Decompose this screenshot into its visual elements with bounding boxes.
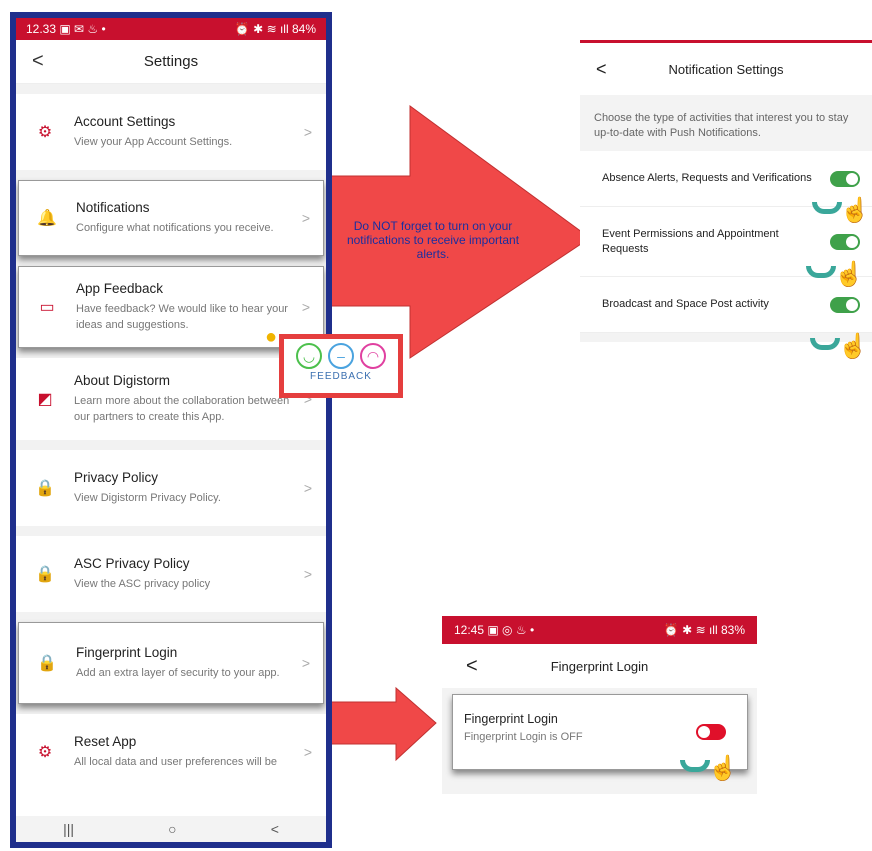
battery-level: 84%: [291, 22, 316, 36]
item-title: Account Settings: [74, 114, 176, 129]
item-subtitle: Have feedback? We would like to hear you…: [76, 303, 288, 331]
item-subtitle: Add an extra layer of security to your a…: [76, 667, 280, 679]
battery-level: 83%: [720, 623, 745, 637]
status-time: 12.33: [26, 22, 57, 36]
fingerprint-header: < Fingerprint Login: [442, 644, 757, 688]
megaphone-icon: ◩: [37, 391, 53, 408]
item-title: ASC Privacy Policy: [74, 556, 190, 571]
status-right-icons: ⏰ ✱ ≋ ıll: [234, 22, 289, 36]
settings-phone: 12.33 ▣ ✉ ♨ • ⏰ ✱ ≋ ıll 84% < Settings ⚙…: [10, 12, 332, 848]
recents-button[interactable]: |||: [63, 821, 74, 837]
notification-row: Absence Alerts, Requests and Verificatio…: [580, 151, 872, 207]
status-right-icons: ⏰ ✱ ≋ ıll: [663, 623, 718, 637]
notification-header: < Notification Settings: [580, 43, 872, 95]
settings-item-asc-privacy[interactable]: 🔒 ASC Privacy Policy View the ASC privac…: [16, 536, 326, 612]
hand-pointer-icon: ☝: [834, 261, 864, 288]
chevron-right-icon: >: [303, 124, 312, 140]
item-subtitle: View your App Account Settings.: [74, 136, 233, 148]
settings-item-account[interactable]: ⚙ Account Settings View your App Account…: [16, 94, 326, 170]
item-subtitle: All local data and user preferences will…: [74, 756, 278, 768]
item-title: About Digistorm: [74, 373, 171, 388]
settings-item-fingerprint[interactable]: 🔒 Fingerprint Login Add an extra layer o…: [18, 622, 324, 704]
feedback-label: FEEDBACK: [310, 371, 372, 382]
hand-pointer-icon: ☝: [708, 755, 738, 782]
notification-settings-panel: < Notification Settings Choose the type …: [580, 40, 872, 342]
fingerprint-toggle[interactable]: [696, 724, 726, 740]
settings-item-notifications[interactable]: 🔔 Notifications Configure what notificat…: [18, 180, 324, 256]
item-title: Reset App: [74, 734, 137, 749]
status-left-icons: ▣ ◎ ♨ •: [487, 623, 535, 637]
chevron-right-icon: >: [301, 299, 310, 315]
toggle-switch[interactable]: [830, 233, 860, 250]
chevron-right-icon: >: [301, 655, 310, 671]
notification-description: Choose the type of activities that inter…: [594, 112, 849, 139]
chevron-right-icon: >: [301, 210, 310, 226]
home-button[interactable]: ○: [168, 821, 176, 837]
item-subtitle: Configure what notifications you receive…: [76, 222, 274, 234]
chevron-right-icon: >: [303, 744, 312, 760]
android-nav-bar: ||| ○ <: [16, 816, 326, 842]
back-icon[interactable]: <: [32, 50, 44, 73]
status-bar: 12:45 ▣ ◎ ♨ • ⏰ ✱ ≋ ıll 83%: [442, 616, 757, 644]
settings-header: < Settings: [16, 40, 326, 84]
lock-icon: 🔒: [35, 566, 55, 583]
item-subtitle: Learn more about the collaboration betwe…: [74, 395, 290, 423]
feedback-badge: ◡ – ◠ FEEDBACK: [279, 334, 403, 398]
bell-icon: 🔔: [37, 210, 57, 227]
lock-icon: 🔒: [37, 655, 57, 672]
item-subtitle: View the ASC privacy policy: [74, 578, 211, 590]
lock-icon: 🔒: [35, 480, 55, 497]
notification-row: Broadcast and Space Post activity: [580, 277, 872, 333]
sad-face-icon: ◠: [360, 343, 386, 369]
gear-icon: ⚙: [37, 744, 53, 761]
settings-item-privacy[interactable]: 🔒 Privacy Policy View Digistorm Privacy …: [16, 450, 326, 526]
toggle-switch[interactable]: [830, 296, 860, 313]
chevron-right-icon: >: [303, 480, 312, 496]
hand-pointer-icon: ☝: [838, 333, 868, 360]
toggle-switch[interactable]: [830, 170, 860, 187]
fingerprint-card: Fingerprint Login Fingerprint Login is O…: [452, 694, 748, 770]
item-title: App Feedback: [76, 281, 164, 296]
back-icon[interactable]: <: [466, 655, 478, 678]
chevron-right-icon: >: [303, 566, 312, 582]
item-title: Privacy Policy: [74, 470, 159, 485]
notification-title: Notification Settings: [668, 61, 784, 77]
fingerprint-card-title: Fingerprint Login: [464, 712, 558, 726]
lightbulb-icon: ●: [265, 326, 278, 348]
neutral-face-icon: –: [328, 343, 354, 369]
item-title: Notifications: [76, 200, 150, 215]
happy-face-icon: ◡: [296, 343, 322, 369]
back-icon[interactable]: <: [596, 59, 607, 80]
settings-list: ⚙ Account Settings View your App Account…: [16, 84, 326, 790]
item-title: Fingerprint Login: [76, 645, 178, 660]
settings-item-reset[interactable]: ⚙ Reset App All local data and user pref…: [16, 714, 326, 790]
hand-pointer-icon: ☝: [840, 197, 870, 224]
chat-icon: ▭: [39, 299, 55, 316]
item-subtitle: View Digistorm Privacy Policy.: [74, 492, 221, 504]
page-title: Fingerprint Login: [550, 658, 649, 674]
notification-label: Event Permissions and Appointment Reques…: [602, 227, 779, 255]
notification-label: Absence Alerts, Requests and Verificatio…: [602, 172, 812, 184]
status-bar: 12.33 ▣ ✉ ♨ • ⏰ ✱ ≋ ıll 84%: [16, 18, 326, 40]
callout-text: Do NOT forget to turn on your notificati…: [346, 219, 520, 261]
back-button[interactable]: <: [271, 821, 279, 837]
status-time: 12:45: [454, 623, 485, 637]
small-red-arrow: [317, 686, 437, 762]
gear-icon: ⚙: [37, 124, 53, 141]
status-left-icons: ▣ ✉ ♨ •: [59, 22, 106, 36]
page-title: Settings: [143, 53, 199, 70]
notification-label: Broadcast and Space Post activity: [602, 298, 769, 310]
